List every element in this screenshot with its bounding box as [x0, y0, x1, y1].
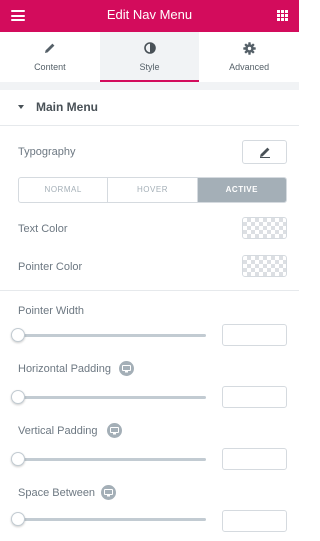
pencil-icon — [44, 43, 55, 53]
gear-icon — [242, 42, 256, 55]
section-title: Main Menu — [36, 100, 98, 114]
space-between-label: Space Between — [18, 487, 96, 499]
state-hover-tab[interactable]: HOVER — [108, 178, 198, 202]
space-between-input[interactable] — [222, 510, 287, 532]
tab-content[interactable]: Content — [0, 32, 100, 82]
tab-advanced-label: Advanced — [229, 62, 270, 72]
horizontal-padding-label: Horizontal Padding — [18, 363, 111, 375]
section-separator — [0, 290, 299, 291]
vertical-padding-slider-handle[interactable] — [11, 452, 25, 466]
tab-style-label: Style — [139, 62, 160, 72]
desktop-icon[interactable] — [101, 485, 116, 500]
pencil-icon — [259, 147, 270, 158]
panel-divider — [0, 82, 299, 90]
space-between-slider-track[interactable] — [18, 518, 206, 521]
pointer-color-label: Pointer Color — [18, 261, 83, 273]
caret-down-icon — [18, 105, 24, 109]
pointer-color-picker[interactable] — [242, 255, 287, 277]
state-switcher: NORMAL HOVER ACTIVE — [18, 177, 287, 203]
space-between-slider-handle[interactable] — [11, 512, 25, 526]
tab-content-label: Content — [34, 62, 66, 72]
tab-advanced[interactable]: Advanced — [199, 32, 299, 82]
horizontal-padding-slider-handle[interactable] — [11, 390, 25, 404]
tab-style[interactable]: Style — [99, 32, 200, 82]
half-circle-icon — [143, 42, 156, 54]
vertical-padding-label: Vertical Padding — [18, 425, 98, 437]
pointer-width-slider-track[interactable] — [18, 334, 206, 337]
state-active-tab[interactable]: ACTIVE — [197, 178, 286, 202]
vertical-padding-input[interactable] — [222, 448, 287, 470]
typography-label: Typography — [18, 146, 76, 158]
typography-edit-button[interactable] — [242, 140, 287, 164]
section-header-main-menu[interactable]: Main Menu — [0, 90, 299, 126]
panel-tabs: Content Style Advanced — [0, 32, 299, 82]
text-color-label: Text Color — [18, 223, 68, 235]
widgets-grid-icon[interactable] — [277, 10, 288, 21]
pointer-width-input[interactable] — [222, 324, 287, 346]
pointer-width-label: Pointer Width — [18, 305, 85, 317]
text-color-picker[interactable] — [242, 217, 287, 239]
desktop-icon[interactable] — [119, 361, 134, 376]
header-title: Edit Nav Menu — [106, 7, 193, 22]
state-normal-tab[interactable]: NORMAL — [19, 178, 109, 202]
vertical-padding-slider-track[interactable] — [18, 458, 206, 461]
pointer-width-slider-handle[interactable] — [11, 328, 25, 342]
desktop-icon[interactable] — [107, 423, 122, 438]
horizontal-padding-slider-track[interactable] — [18, 396, 206, 399]
editor-header: Edit Nav Menu — [0, 0, 299, 32]
horizontal-padding-input[interactable] — [222, 386, 287, 408]
